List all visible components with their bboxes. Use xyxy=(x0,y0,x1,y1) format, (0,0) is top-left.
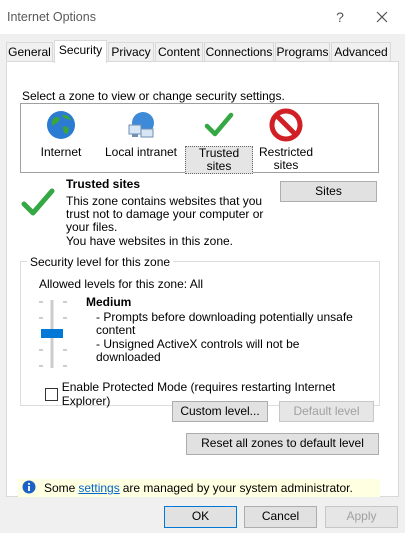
custom-level-button[interactable]: Custom level... xyxy=(172,401,268,422)
zone-list: Internet Local intranet Trusted sites Re… xyxy=(20,103,379,174)
globe-icon xyxy=(47,111,75,139)
tab-privacy[interactable]: Privacy xyxy=(108,42,154,62)
zone-label: Trusted sites xyxy=(185,146,253,174)
zone-note: You have websites in this zone. xyxy=(66,234,233,248)
settings-link[interactable]: settings xyxy=(78,481,119,495)
cancel-button[interactable]: Cancel xyxy=(244,506,317,528)
title-bar: Internet Options ? xyxy=(0,0,405,34)
protected-mode-checkbox[interactable] xyxy=(45,387,58,401)
tab-general[interactable]: General xyxy=(6,42,53,62)
tab-strip: General Security Privacy Content Connect… xyxy=(6,40,399,63)
level-bullet: - Unsigned ActiveX controls will not be … xyxy=(96,337,300,364)
info-icon xyxy=(22,480,36,497)
level-bullet: - Prompts before downloading potentially… xyxy=(96,310,353,337)
zone-local-intranet[interactable]: Local intranet xyxy=(101,108,181,159)
security-level-group: Security level for this zone Allowed lev… xyxy=(20,255,380,408)
window-title: Internet Options xyxy=(7,10,96,24)
zone-trusted-sites[interactable]: Trusted sites xyxy=(185,108,253,174)
restricted-icon xyxy=(269,108,303,142)
help-button[interactable]: ? xyxy=(329,7,351,27)
close-icon xyxy=(376,11,388,23)
group-legend: Security level for this zone xyxy=(27,255,174,269)
info-suffix: are managed by your system administrator… xyxy=(122,481,353,495)
zone-label: Local intranet xyxy=(104,145,178,159)
zone-internet[interactable]: Internet xyxy=(39,108,83,159)
level-description: - Prompts before downloading potentially… xyxy=(96,311,356,365)
info-prefix: Some xyxy=(44,481,76,495)
tab-connections[interactable]: Connections xyxy=(204,42,274,62)
zone-label: Restricted sites xyxy=(259,145,314,172)
reset-zones-button[interactable]: Reset all zones to default level xyxy=(186,433,379,455)
close-button[interactable] xyxy=(371,7,393,27)
checkmark-icon xyxy=(204,112,234,137)
zone-title: Trusted sites xyxy=(66,177,141,191)
default-level-button[interactable]: Default level xyxy=(279,401,374,422)
ok-button[interactable]: OK xyxy=(164,506,237,528)
apply-button[interactable]: Apply xyxy=(325,506,398,528)
tab-advanced[interactable]: Advanced xyxy=(331,42,391,62)
slider-thumb[interactable] xyxy=(41,329,63,338)
tab-programs[interactable]: Programs xyxy=(275,42,330,62)
checkmark-icon xyxy=(20,186,56,221)
admin-info-bar: Some settings are managed by your system… xyxy=(18,479,380,497)
zone-restricted-sites[interactable]: Restricted sites xyxy=(258,108,314,172)
intranet-icon xyxy=(128,112,154,138)
security-level-slider[interactable] xyxy=(35,298,71,370)
zone-intro-text: Select a zone to view or change security… xyxy=(22,89,285,103)
zone-label: Internet xyxy=(40,145,82,159)
allowed-levels-text: Allowed levels for this zone: All xyxy=(39,277,204,291)
security-panel: Select a zone to view or change security… xyxy=(6,61,399,497)
tab-security[interactable]: Security xyxy=(54,40,107,63)
zone-description: This zone contains websites that you tru… xyxy=(66,194,264,234)
sites-button[interactable]: Sites xyxy=(280,181,377,202)
tab-content[interactable]: Content xyxy=(155,42,203,62)
level-title: Medium xyxy=(86,295,132,309)
